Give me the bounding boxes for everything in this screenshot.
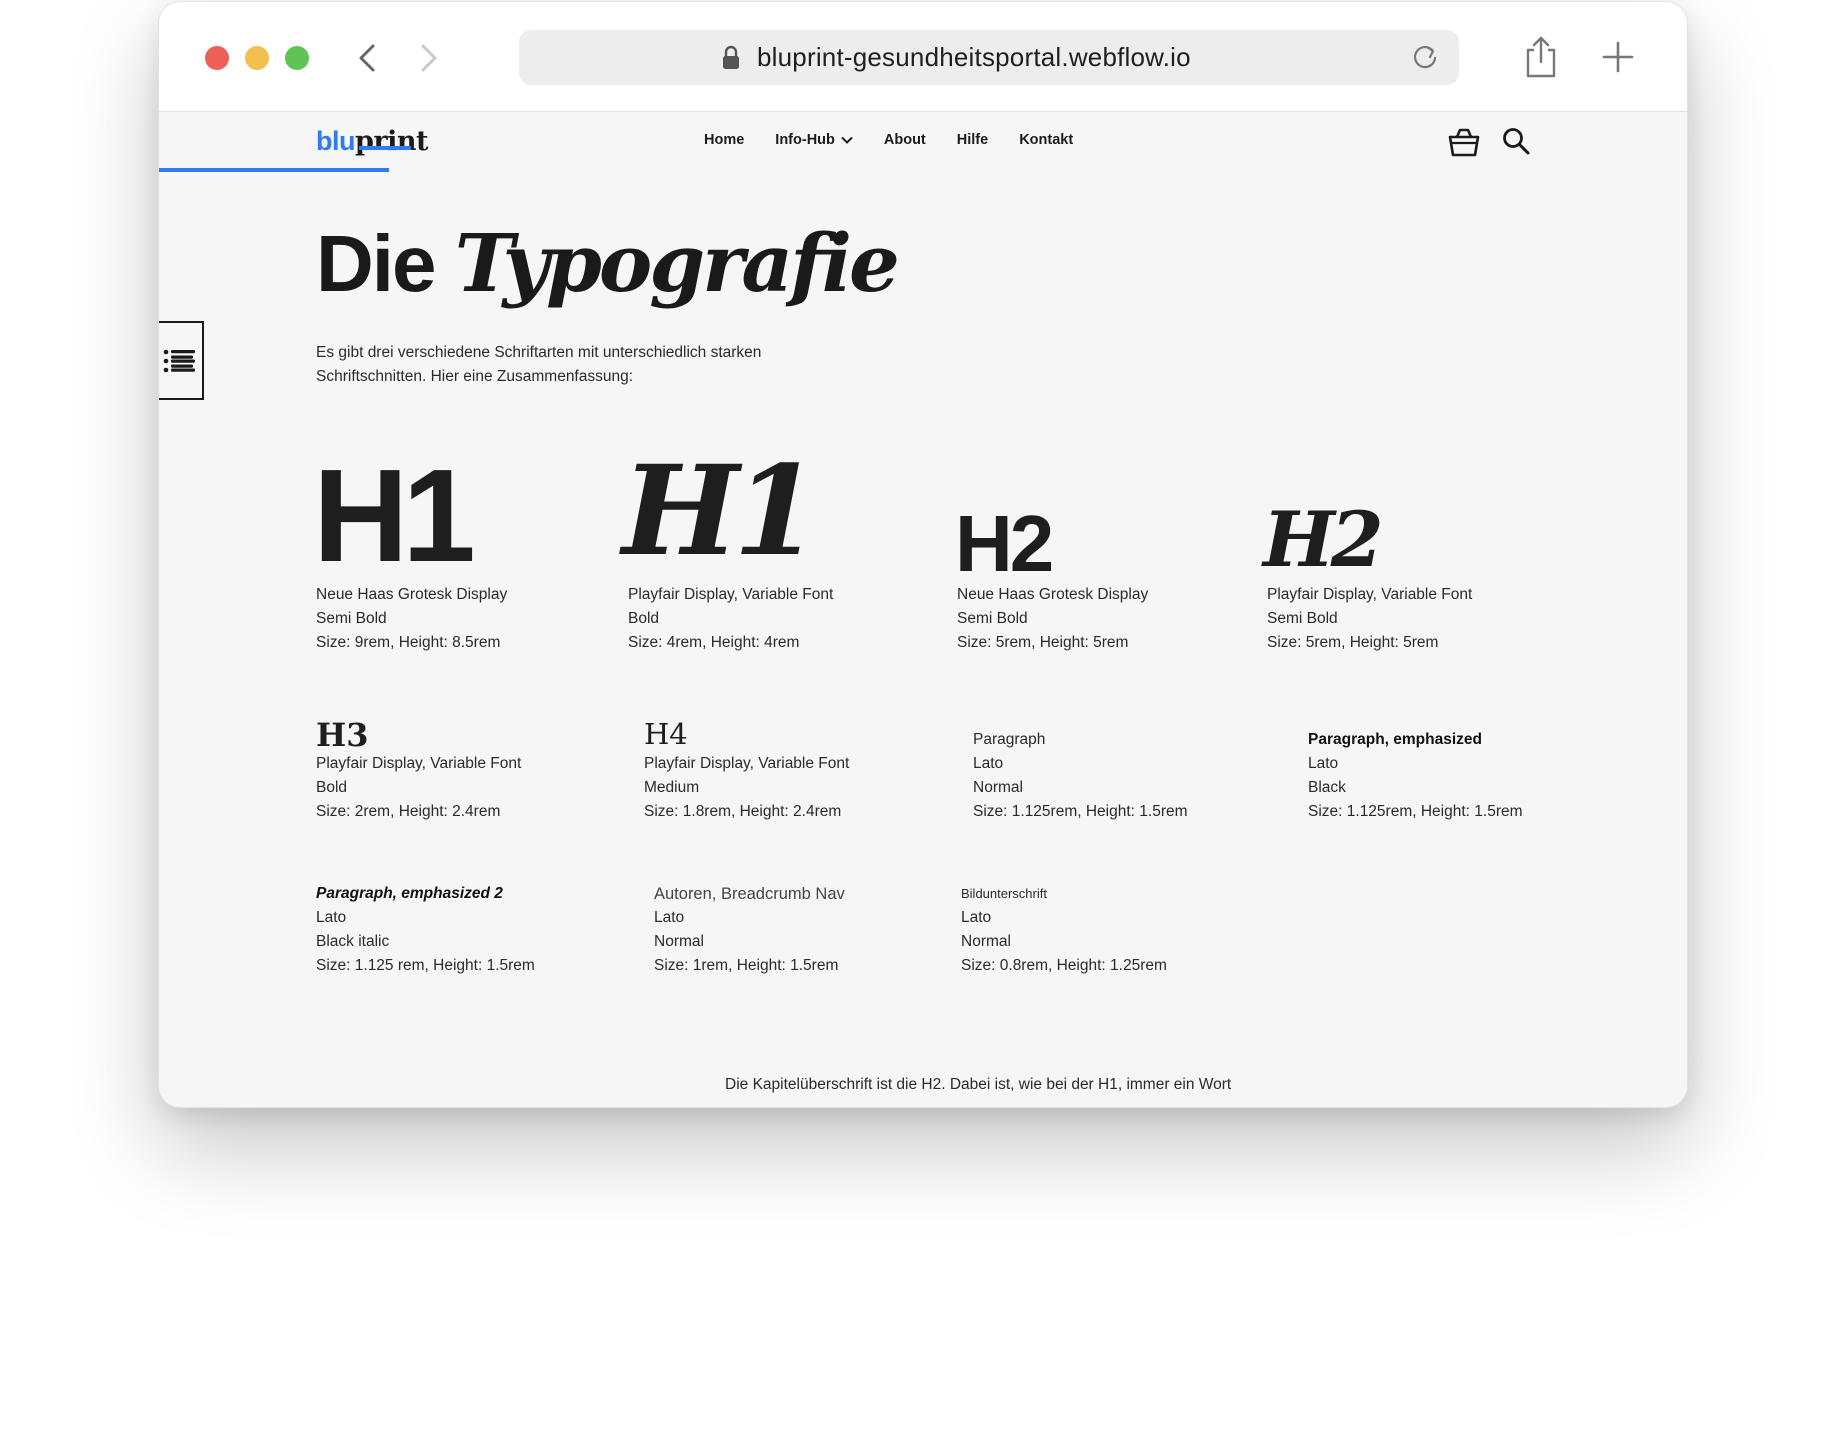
spec-size: Size: 2rem, Height: 2.4rem	[316, 803, 501, 820]
spec-weight: Semi Bold	[957, 610, 1028, 627]
specimen-caption-info: Bildunterschrift Lato Normal Size: 0.8re…	[961, 882, 1167, 978]
spec-font: Playfair Display, Variable Font	[644, 755, 850, 772]
spec-size: Size: 0.8rem, Height: 1.25rem	[961, 957, 1167, 974]
browser-toolbar: bluprint-gesundheitsportal.webflow.io	[159, 2, 1687, 112]
specimen-h2-serif-info: Playfair Display, Variable Font Semi Bol…	[1267, 583, 1472, 655]
share-icon[interactable]	[1521, 34, 1561, 80]
specimen-h3-sample: H3	[316, 716, 369, 754]
page-title-plain: Die	[316, 219, 455, 308]
spec-sample-label: Paragraph	[973, 731, 1046, 748]
back-arrow-icon[interactable]	[349, 38, 389, 78]
search-icon[interactable]	[1501, 126, 1531, 156]
specimen-h2-serif-sample: H2	[1263, 495, 1384, 584]
reload-icon[interactable]	[1409, 41, 1441, 73]
spec-font: Playfair Display, Variable Font	[316, 755, 522, 772]
nav-info-hub[interactable]: Info-Hub	[775, 132, 853, 148]
page-title: Die Typografie	[316, 216, 900, 310]
specimen-h2-sans-sample: H2	[955, 499, 1054, 588]
spec-weight: Bold	[316, 779, 348, 796]
logo-underline-stroke	[359, 146, 411, 150]
logo-print-part: print	[355, 126, 428, 157]
spec-weight: Black	[1308, 779, 1346, 796]
spec-font: Lato	[973, 755, 1004, 772]
spec-size: Size: 1.125 rem, Height: 1.5rem	[316, 957, 535, 974]
url-text: bluprint-gesundheitsportal.webflow.io	[757, 42, 1191, 72]
spec-size: Size: 1.8rem, Height: 2.4rem	[644, 803, 842, 820]
site-logo[interactable]: bluprint	[316, 126, 428, 157]
spec-font: Lato	[1308, 755, 1339, 772]
list-icon	[163, 349, 195, 372]
nav-info-hub-label: Info-Hub	[775, 132, 835, 148]
spec-sample-label: Paragraph, emphasized	[1308, 731, 1483, 748]
spec-size: Size: 1rem, Height: 1.5rem	[654, 957, 839, 974]
spec-weight: Semi Bold	[1267, 610, 1338, 627]
address-bar[interactable]: bluprint-gesundheitsportal.webflow.io	[519, 30, 1459, 85]
spec-weight: Normal	[654, 933, 704, 950]
forward-arrow-icon[interactable]	[409, 38, 449, 78]
spec-size: Size: 9rem, Height: 8.5rem	[316, 634, 501, 651]
active-indicator-bar	[159, 168, 389, 172]
specimen-paragraph-emphasized-info: Paragraph, emphasized Lato Black Size: 1…	[1308, 728, 1523, 824]
logo-blu-part: blu	[316, 126, 356, 156]
spec-sample-label: Paragraph, emphasized 2	[316, 885, 503, 902]
basket-icon[interactable]	[1447, 126, 1481, 158]
browser-window: bluprint-gesundheitsportal.webflow.io bl…	[158, 1, 1688, 1108]
spec-size: Size: 1.125rem, Height: 1.5rem	[973, 803, 1188, 820]
spec-font: Lato	[316, 909, 347, 926]
spec-weight: Bold	[628, 610, 660, 627]
spec-weight: Normal	[973, 779, 1023, 796]
close-window-button[interactable]	[205, 46, 229, 70]
specimen-h3-info: Playfair Display, Variable Font Bold Siz…	[316, 752, 521, 824]
spec-font: Playfair Display, Variable Font	[1267, 586, 1473, 603]
new-tab-icon[interactable]	[1599, 38, 1637, 76]
spec-font: Playfair Display, Variable Font	[628, 586, 834, 603]
spec-size: Size: 1.125rem, Height: 1.5rem	[1308, 803, 1523, 820]
specimen-h4-info: Playfair Display, Variable Font Medium S…	[644, 752, 849, 824]
spec-font: Lato	[961, 909, 992, 926]
spec-font: Neue Haas Grotesk Display	[957, 586, 1149, 603]
spec-weight: Normal	[961, 933, 1011, 950]
nav-hilfe[interactable]: Hilfe	[957, 132, 988, 148]
specimen-paragraph-emphasized-2-info: Paragraph, emphasized 2 Lato Black itali…	[316, 882, 535, 978]
main-navigation: Home Info-Hub About Hilfe Kontakt	[704, 132, 1104, 148]
nav-kontakt[interactable]: Kontakt	[1019, 132, 1073, 148]
intro-paragraph: Es gibt drei verschiedene Schriftarten m…	[316, 344, 762, 385]
spec-sample-label: Autoren, Breadcrumb Nav	[654, 885, 845, 903]
spec-size: Size: 5rem, Height: 5rem	[1267, 634, 1439, 651]
specimen-h1-serif-info: Playfair Display, Variable Font Bold Siz…	[628, 583, 833, 655]
spec-font: Neue Haas Grotesk Display	[316, 586, 508, 603]
chapter-heading-note: Die Kapitelüberschrift ist die H2. Dabei…	[725, 1076, 1232, 1093]
specimen-breadcrumb-info: Autoren, Breadcrumb Nav Lato Normal Size…	[654, 882, 845, 978]
nav-about[interactable]: About	[884, 132, 926, 148]
spec-sample-label: Bildunterschrift	[961, 886, 1047, 901]
specimen-h4-sample: H4	[644, 717, 688, 751]
lock-icon	[723, 45, 739, 69]
specimen-h1-sans-sample: H1	[313, 442, 476, 589]
maximize-window-button[interactable]	[285, 46, 309, 70]
specimen-h1-sans-info: Neue Haas Grotesk Display Semi Bold Size…	[316, 583, 507, 655]
specimen-h2-sans-info: Neue Haas Grotesk Display Semi Bold Size…	[957, 583, 1148, 655]
spec-weight: Semi Bold	[316, 610, 387, 627]
page-title-italic: Typografie	[454, 216, 900, 310]
spec-size: Size: 5rem, Height: 5rem	[957, 634, 1129, 651]
site-header: bluprint Home Info-Hub About Hilfe Konta…	[159, 112, 1687, 172]
specimen-h1-serif-sample: H1	[622, 439, 819, 584]
chevron-down-icon	[841, 136, 853, 144]
spec-size: Size: 4rem, Height: 4rem	[628, 634, 800, 651]
minimize-window-button[interactable]	[245, 46, 269, 70]
spec-weight: Medium	[644, 779, 700, 796]
nav-home[interactable]: Home	[704, 132, 744, 148]
table-of-contents-toggle[interactable]	[159, 321, 204, 400]
spec-weight: Black italic	[316, 933, 390, 950]
spec-font: Lato	[654, 909, 685, 926]
specimen-paragraph-info: Paragraph Lato Normal Size: 1.125rem, He…	[973, 728, 1188, 824]
